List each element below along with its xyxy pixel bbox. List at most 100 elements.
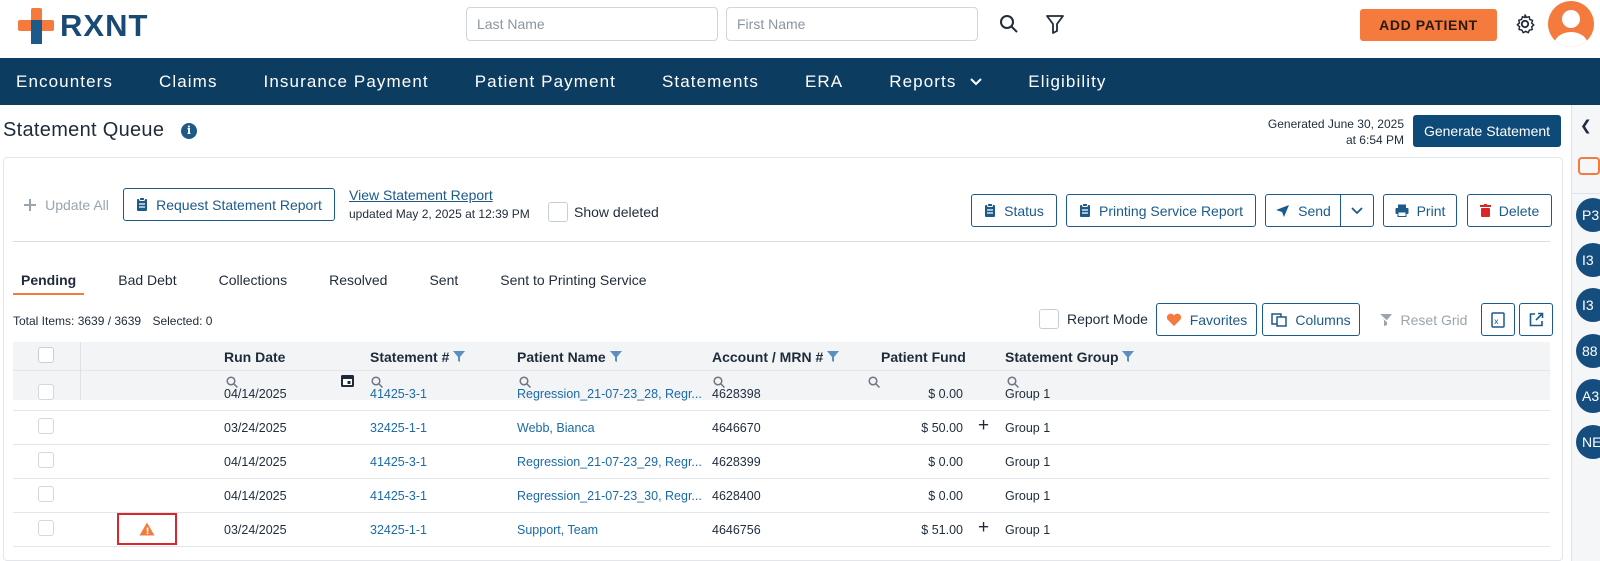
show-deleted-checkbox[interactable]	[548, 202, 568, 222]
cell-statement-link[interactable]: 41425-3-1	[370, 387, 427, 401]
user-avatar[interactable]	[1548, 1, 1594, 47]
tab-bad-debt[interactable]: Bad Debt	[110, 272, 184, 295]
cell-account: 4628400	[712, 489, 761, 503]
delete-button[interactable]: Delete	[1467, 194, 1552, 227]
table-row[interactable]: 04/14/2025 41425-3-1 Regression_21-07-23…	[13, 377, 1550, 411]
first-name-input[interactable]	[726, 7, 978, 41]
col-patient-fund[interactable]: Patient Fund	[881, 349, 966, 365]
cell-patient-link[interactable]: Support, Team	[517, 523, 598, 537]
col-account-mrn[interactable]: Account / MRN #	[712, 349, 840, 365]
tab-pending[interactable]: Pending	[13, 272, 85, 295]
chat-icon[interactable]	[1578, 157, 1600, 175]
cell-patient-link[interactable]: Regression_21-07-23_29, Regr...	[517, 455, 702, 469]
rxnt-logo[interactable]: RXNT	[18, 6, 148, 46]
favorites-button[interactable]: Favorites	[1156, 303, 1257, 336]
nav-era[interactable]: ERA	[805, 72, 843, 92]
send-button[interactable]: Send	[1265, 194, 1341, 227]
tab-sent-to-printing-service[interactable]: Sent to Printing Service	[492, 272, 654, 295]
report-updated-text: updated May 2, 2025 at 12:39 PM	[349, 207, 530, 221]
cell-account: 4628398	[712, 387, 761, 401]
generate-statement-button[interactable]: Generate Statement	[1413, 115, 1561, 147]
rail-bubble[interactable]: A3	[1576, 379, 1600, 413]
cell-patient-link[interactable]: Regression_21-07-23_28, Regr...	[517, 387, 702, 401]
tab-sent[interactable]: Sent	[421, 272, 466, 295]
nav-insurance-payment[interactable]: Insurance Payment	[264, 72, 429, 92]
rail-bubble[interactable]: 88	[1576, 334, 1600, 368]
col-statement-number[interactable]: Statement #	[370, 349, 466, 365]
tab-collections[interactable]: Collections	[211, 272, 295, 295]
table-row[interactable]: 03/24/2025 32425-1-1 Webb, Bianca 464667…	[13, 411, 1550, 445]
columns-icon	[1271, 312, 1288, 327]
request-statement-report-button[interactable]: Request Statement Report	[123, 188, 335, 221]
cell-patient-link[interactable]: Webb, Bianca	[517, 421, 595, 435]
rail-bubble[interactable]: NE	[1576, 425, 1600, 459]
generated-line-1: Generated June 30, 2025	[1267, 117, 1404, 131]
cell-fund: $ 0.00	[928, 455, 963, 469]
nav-eligibility[interactable]: Eligibility	[1028, 72, 1106, 92]
rail-bubble[interactable]: I3	[1576, 288, 1600, 322]
nav-statements[interactable]: Statements	[662, 72, 759, 92]
table-row[interactable]: ! 03/24/2025 32425-1-1 Support, Team 464…	[13, 513, 1550, 547]
printing-service-report-button[interactable]: Printing Service Report	[1066, 194, 1256, 227]
tab-resolved[interactable]: Resolved	[321, 272, 395, 295]
filter-icon[interactable]	[1041, 10, 1069, 38]
nav-claims[interactable]: Claims	[159, 72, 218, 92]
row-checkbox[interactable]	[38, 486, 54, 502]
cell-group: Group 1	[1005, 489, 1051, 503]
last-name-input[interactable]	[466, 7, 718, 41]
col-statement-group[interactable]: Statement Group	[1005, 349, 1135, 365]
export-excel-button[interactable]: x	[1481, 303, 1515, 336]
report-mode-checkbox[interactable]	[1039, 309, 1059, 329]
warning-highlight[interactable]: !	[117, 513, 177, 545]
gear-icon[interactable]	[1511, 10, 1539, 38]
cell-run-date: 04/14/2025	[224, 489, 287, 503]
send-icon	[1275, 204, 1290, 218]
col-statement-group-label: Statement Group	[1005, 349, 1119, 365]
print-button[interactable]: Print	[1383, 194, 1457, 227]
trash-icon	[1479, 204, 1491, 217]
cell-patient-link[interactable]: Regression_21-07-23_30, Regr...	[517, 489, 702, 503]
table-row[interactable]: 04/14/2025 41425-3-1 Regression_21-07-23…	[13, 445, 1550, 479]
status-tabs: Pending Bad Debt Collections Resolved Se…	[13, 272, 681, 295]
row-checkbox[interactable]	[38, 384, 54, 400]
nav-reports[interactable]: Reports	[889, 72, 983, 92]
row-checkbox[interactable]	[38, 418, 54, 434]
columns-button[interactable]: Columns	[1262, 303, 1360, 336]
search-icon[interactable]	[995, 10, 1023, 38]
print-icon	[1395, 204, 1409, 217]
cell-statement-link[interactable]: 32425-1-1	[370, 523, 427, 537]
expand-plus-icon[interactable]: +	[978, 517, 989, 539]
send-dropdown-button[interactable]	[1340, 194, 1374, 227]
filter-icon[interactable]	[453, 351, 466, 362]
row-checkbox[interactable]	[38, 452, 54, 468]
rail-bubble[interactable]: P3	[1576, 198, 1600, 232]
export-button[interactable]	[1519, 303, 1553, 336]
reset-grid-button[interactable]: Reset Grid	[1369, 303, 1476, 336]
update-all-button[interactable]: Update All	[13, 188, 119, 221]
filter-icon[interactable]	[827, 351, 840, 362]
collapse-chevron-icon[interactable]: ❮	[1580, 117, 1592, 134]
nav-encounters[interactable]: Encounters	[16, 72, 113, 92]
top-header: RXNT ADD PATIENT	[0, 0, 1600, 58]
cell-statement-link[interactable]: 32425-1-1	[370, 421, 427, 435]
expand-plus-icon[interactable]: +	[978, 415, 989, 437]
col-patient-name[interactable]: Patient Name	[517, 349, 622, 365]
filter-icon[interactable]	[1122, 351, 1135, 362]
cell-statement-link[interactable]: 41425-3-1	[370, 489, 427, 503]
generated-line-2: at 6:54 PM	[1345, 133, 1404, 147]
col-run-date[interactable]: Run Date	[224, 349, 285, 365]
rail-bubble[interactable]: I3	[1576, 243, 1600, 277]
filter-icon[interactable]	[609, 351, 622, 362]
update-all-label: Update All	[45, 196, 109, 213]
info-icon[interactable]: i	[181, 123, 197, 139]
select-all-checkbox[interactable]	[38, 347, 54, 363]
cell-statement-link[interactable]: 41425-3-1	[370, 455, 427, 469]
report-mode-toggle[interactable]: Report Mode	[1039, 309, 1148, 329]
add-patient-button[interactable]: ADD PATIENT	[1360, 9, 1497, 41]
status-button[interactable]: Status	[971, 194, 1057, 227]
show-deleted-toggle[interactable]: Show deleted	[548, 202, 659, 222]
view-statement-report-link[interactable]: View Statement Report	[349, 187, 493, 203]
nav-patient-payment[interactable]: Patient Payment	[475, 72, 616, 92]
table-row[interactable]: 04/14/2025 41425-3-1 Regression_21-07-23…	[13, 479, 1550, 513]
row-checkbox[interactable]	[38, 520, 54, 536]
